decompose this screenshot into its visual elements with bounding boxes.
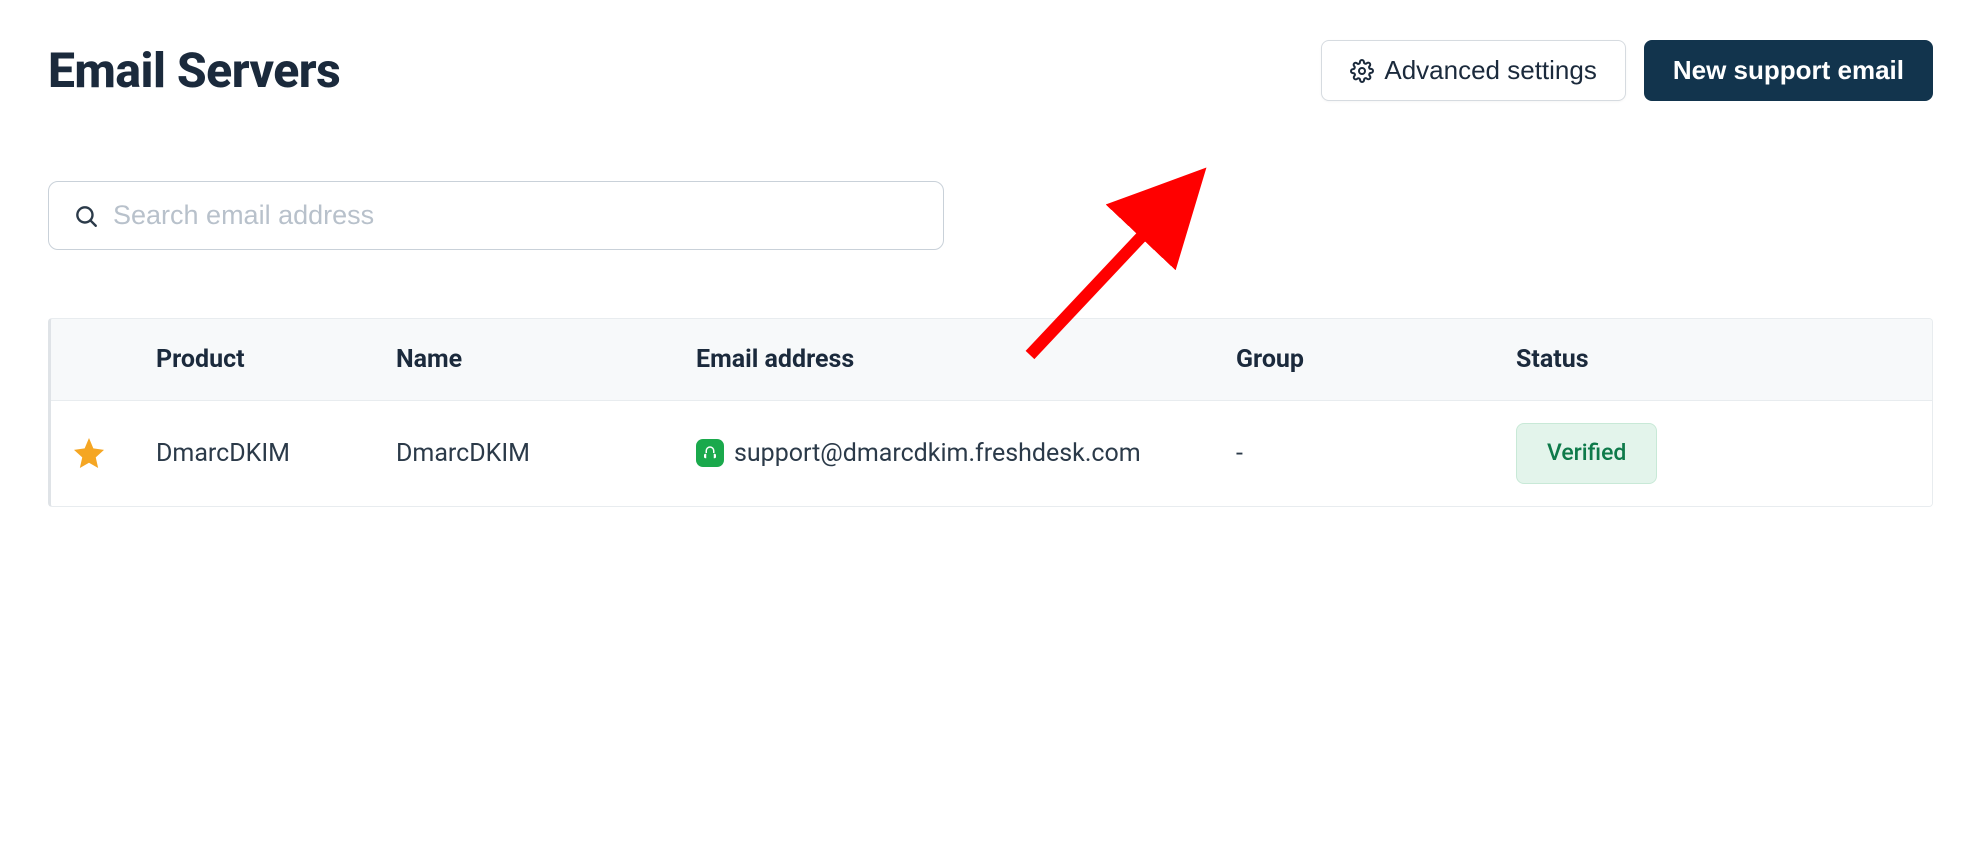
email-servers-table: Product Name Email address Group Status … (48, 318, 1933, 507)
gear-icon (1350, 59, 1374, 83)
cell-product: DmarcDKIM (156, 435, 396, 473)
table-row[interactable]: DmarcDKIM DmarcDKIM support@dmarcdkim.fr… (51, 401, 1932, 506)
new-support-email-label: New support email (1673, 55, 1904, 86)
cell-star (71, 435, 156, 471)
cell-status: Verified (1516, 423, 1776, 484)
cell-email: support@dmarcdkim.freshdesk.com (696, 435, 1236, 473)
header-actions: Advanced settings New support email (1321, 40, 1933, 101)
search-box[interactable] (48, 181, 944, 250)
search-icon (73, 203, 99, 229)
table-header: Product Name Email address Group Status (51, 319, 1932, 401)
col-email: Email address (696, 345, 1236, 374)
new-support-email-button[interactable]: New support email (1644, 40, 1933, 101)
status-badge: Verified (1516, 423, 1657, 484)
advanced-settings-button[interactable]: Advanced settings (1321, 40, 1625, 101)
col-product: Product (156, 345, 396, 374)
col-group: Group (1236, 345, 1516, 374)
col-status: Status (1516, 345, 1776, 374)
cell-name: DmarcDKIM (396, 435, 696, 473)
search-input[interactable] (113, 200, 919, 231)
page-header: Email Servers Advanced settings New supp… (48, 40, 1933, 101)
advanced-settings-label: Advanced settings (1384, 55, 1596, 86)
page-title: Email Servers (48, 42, 340, 99)
search-container (48, 181, 1933, 250)
star-icon[interactable] (71, 435, 107, 471)
freshdesk-icon (696, 439, 724, 467)
email-text: support@dmarcdkim.freshdesk.com (734, 435, 1141, 473)
cell-group: - (1236, 435, 1516, 473)
col-name: Name (396, 345, 696, 374)
